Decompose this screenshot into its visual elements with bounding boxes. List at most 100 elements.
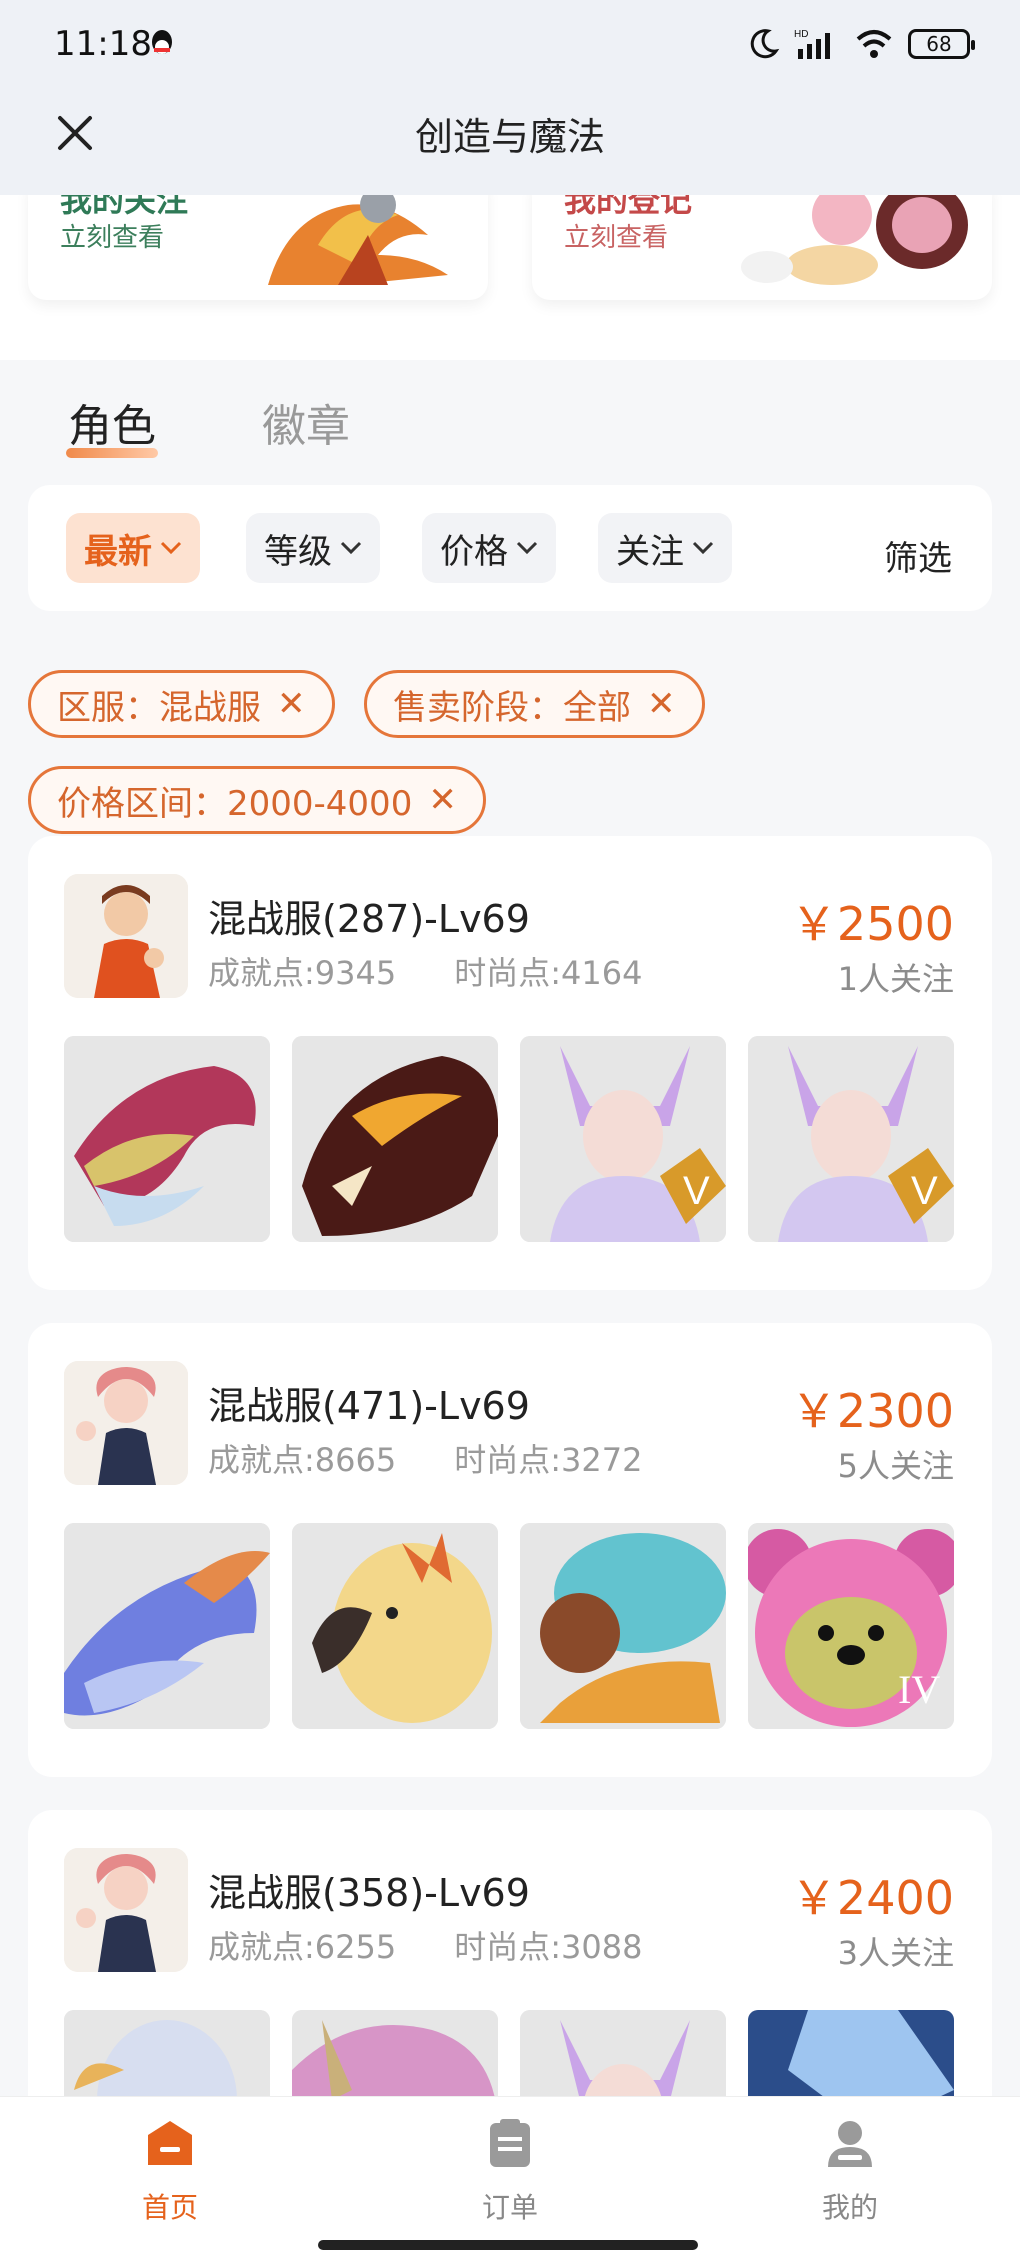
home-indicator[interactable]: [318, 2240, 698, 2250]
achievement-points: 成就点:6255: [208, 1928, 397, 1966]
close-icon[interactable]: ✕: [428, 780, 457, 820]
follow-count: 3人关注: [837, 1934, 954, 1972]
nav-label: 首页: [141, 2191, 198, 2224]
character-portrait: [64, 1848, 188, 1972]
chip-label: 最新: [84, 531, 152, 572]
pet-thumbnail[interactable]: [292, 1523, 498, 1729]
stats: 成就点:9345 时尚点:4164: [208, 948, 642, 994]
nav-label: 订单: [481, 2191, 538, 2224]
card-sub[interactable]: 立刻查看: [564, 217, 668, 254]
follow-count: 5人关注: [837, 1447, 954, 1485]
chevron-down-icon: [692, 541, 714, 555]
pet-thumbnail[interactable]: V: [520, 1036, 726, 1242]
tag-label: 售卖阶段：全部: [393, 687, 631, 728]
chevron-down-icon: [516, 541, 538, 555]
user-icon: [828, 2121, 872, 2167]
sort-level[interactable]: 等级: [246, 513, 380, 583]
ice-dragon-image: [64, 1523, 270, 1729]
sort-price[interactable]: 价格: [422, 513, 556, 583]
wifi-icon: [856, 30, 892, 58]
battery-icon: 68: [908, 29, 975, 59]
achievement-points: 成就点:9345: [208, 954, 397, 992]
svg-text:HD: HD: [794, 29, 808, 40]
close-icon[interactable]: ✕: [647, 684, 676, 724]
tag-label: 区服：混战服: [57, 687, 261, 728]
header: 创造与魔法: [0, 90, 1020, 195]
character-portrait: [64, 1361, 188, 1485]
turtle-dragon-image: [520, 1523, 726, 1729]
filter-button[interactable]: 筛选: [884, 531, 952, 580]
fashion-points: 时尚点:3088: [454, 1928, 643, 1966]
nav-label: 我的: [821, 2191, 878, 2224]
home-icon: [148, 2121, 192, 2165]
listing-card[interactable]: 混战服(471)-Lv69 成就点:8665 时尚点:3272 ￥2300 5人…: [28, 1323, 992, 1777]
sort-filter-bar: 最新 等级 价格 关注 筛选: [28, 485, 992, 611]
signal-icon: HD: [794, 29, 830, 59]
chevron-down-icon: [160, 541, 182, 555]
tab-underline: [66, 448, 158, 458]
tab-role[interactable]: 角色: [68, 390, 156, 454]
status-icons: HD 68: [746, 24, 975, 64]
chevron-down-icon: [340, 541, 362, 555]
moon-icon: [750, 29, 780, 59]
qq-icon: [152, 30, 172, 54]
server-level: 混战服(471)-Lv69: [208, 1384, 530, 1428]
price: ￥2400: [790, 1871, 954, 1925]
chip-label: 价格: [440, 531, 508, 572]
filter-tag-server[interactable]: 区服：混战服 ✕: [28, 670, 335, 738]
pet-thumbnail[interactable]: V: [748, 1036, 954, 1242]
pet-thumbnail[interactable]: [64, 1036, 270, 1242]
price: ￥2300: [790, 1384, 954, 1438]
server-level: 混战服(358)-Lv69: [208, 1871, 530, 1915]
pet-thumbnail[interactable]: [520, 1523, 726, 1729]
fashion-points: 时尚点:4164: [454, 954, 643, 992]
pet-thumbnail[interactable]: [64, 1523, 270, 1729]
server-level: 混战服(287)-Lv69: [208, 897, 530, 941]
avatar: [64, 1361, 188, 1485]
tag-label: 价格区间：2000-4000: [57, 783, 413, 824]
chip-label: 关注: [616, 531, 684, 572]
fox-girl-image: V: [520, 1036, 726, 1242]
status-bar: 11:18 HD 68: [0, 0, 1020, 90]
battery-level: 68: [926, 32, 952, 56]
iv-badge: IV: [898, 1667, 940, 1712]
filter-tag-price[interactable]: 价格区间：2000-4000 ✕: [28, 766, 486, 834]
fox-girl-image: V: [748, 1036, 954, 1242]
nav-orders[interactable]: 订单: [410, 2117, 610, 2226]
nav-home[interactable]: 首页: [70, 2117, 270, 2226]
avatar: [64, 1848, 188, 1972]
order-icon: [490, 2119, 530, 2167]
v-badge: V: [911, 1169, 938, 1213]
page-title: 创造与魔法: [414, 115, 605, 159]
shortcut-cards: 我的关注 立刻查看 我的登记 立刻查看: [0, 175, 1020, 360]
golden-bird-image: [292, 1523, 498, 1729]
top-bar: 11:18 HD 68 创造与魔法: [0, 0, 1020, 195]
listing-card[interactable]: 混战服(287)-Lv69 成就点:9345 时尚点:4164 ￥2500 1人…: [28, 836, 992, 1290]
pet-thumbnails: V V: [64, 1036, 956, 1242]
card-sub[interactable]: 立刻查看: [60, 217, 164, 254]
listing-card[interactable]: 混战服(358)-Lv69 成就点:6255 时尚点:3088 ￥2400 3人…: [28, 1810, 992, 2216]
pet-thumbnail[interactable]: [292, 1036, 498, 1242]
character-portrait: [64, 874, 188, 998]
status-time: 11:18: [54, 24, 152, 64]
stats: 成就点:6255 时尚点:3088: [208, 1922, 642, 1968]
fire-dragon-image: [292, 1036, 498, 1242]
avatar: [64, 874, 188, 998]
pet-thumbnails: IV: [64, 1523, 956, 1729]
pink-bear-image: IV: [748, 1523, 954, 1729]
v-badge: V: [683, 1169, 710, 1213]
follow-count: 1人关注: [837, 960, 954, 998]
tab-badge[interactable]: 徽章: [262, 390, 350, 454]
close-icon[interactable]: ✕: [277, 684, 306, 724]
pet-thumbnail[interactable]: IV: [748, 1523, 954, 1729]
sort-follow[interactable]: 关注: [598, 513, 732, 583]
filter-tag-stage[interactable]: 售卖阶段：全部 ✕: [364, 670, 705, 738]
nav-mine[interactable]: 我的: [750, 2117, 950, 2226]
chip-label: 等级: [264, 531, 332, 572]
fashion-points: 时尚点:3272: [454, 1441, 643, 1479]
price: ￥2500: [790, 897, 954, 951]
stats: 成就点:8665 时尚点:3272: [208, 1435, 642, 1481]
category-tabs: 角色 徽章: [0, 360, 1020, 470]
sort-latest[interactable]: 最新: [66, 513, 200, 583]
dragon-image: [64, 1036, 270, 1242]
